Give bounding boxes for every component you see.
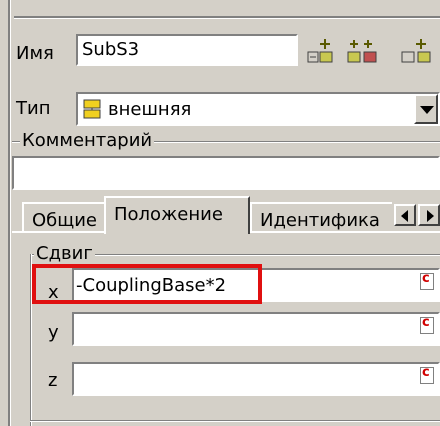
constant-marker-icon[interactable]: c <box>420 365 434 384</box>
add-multi-node-icon[interactable] <box>346 36 378 66</box>
arrow-right-icon <box>427 210 434 222</box>
top-frame <box>0 0 440 30</box>
bottom-group-rule <box>30 420 440 422</box>
constant-marker-x: c <box>422 271 430 286</box>
tab-identification[interactable]: Идентифика <box>250 202 392 232</box>
left-frame-line <box>8 0 11 426</box>
comment-label: Комментарий <box>20 130 155 151</box>
type-select[interactable]: внешняя <box>76 92 440 126</box>
constant-marker-y: c <box>422 315 430 330</box>
z-field[interactable]: c <box>72 362 440 396</box>
type-label: Тип <box>16 98 51 119</box>
chevron-down-icon <box>420 106 434 114</box>
z-label: z <box>48 370 58 391</box>
tab-general[interactable]: Общие <box>22 202 106 232</box>
tab-position-label: Положение <box>114 204 223 225</box>
y-field[interactable]: c <box>72 312 440 346</box>
constant-marker-icon[interactable]: c <box>420 315 434 334</box>
constant-marker-z: c <box>422 365 430 380</box>
highlight-box <box>32 264 262 304</box>
name-field[interactable]: SubS3 <box>76 34 298 66</box>
type-dropdown-button[interactable] <box>414 94 438 124</box>
tab-scroll-right-button[interactable] <box>418 204 440 226</box>
add-node-icon[interactable] <box>306 36 336 66</box>
name-label: Имя <box>16 43 54 64</box>
tab-general-label: Общие <box>32 210 97 231</box>
type-value: внешняя <box>108 99 192 120</box>
arrow-left-icon <box>401 210 408 222</box>
tab-scroll-left-button[interactable] <box>394 204 416 226</box>
top-rule <box>14 16 440 19</box>
y-label: y <box>48 322 59 343</box>
name-value: SubS3 <box>82 39 140 60</box>
offset-group-label: Сдвиг <box>34 243 95 264</box>
tab-identification-label: Идентифика <box>260 210 380 231</box>
block-type-icon <box>82 98 102 120</box>
comment-field[interactable] <box>12 156 440 190</box>
add-node-partial-icon[interactable] <box>396 36 440 66</box>
tab-position[interactable]: Положение <box>104 196 250 234</box>
constant-marker-icon[interactable]: c <box>420 271 434 290</box>
